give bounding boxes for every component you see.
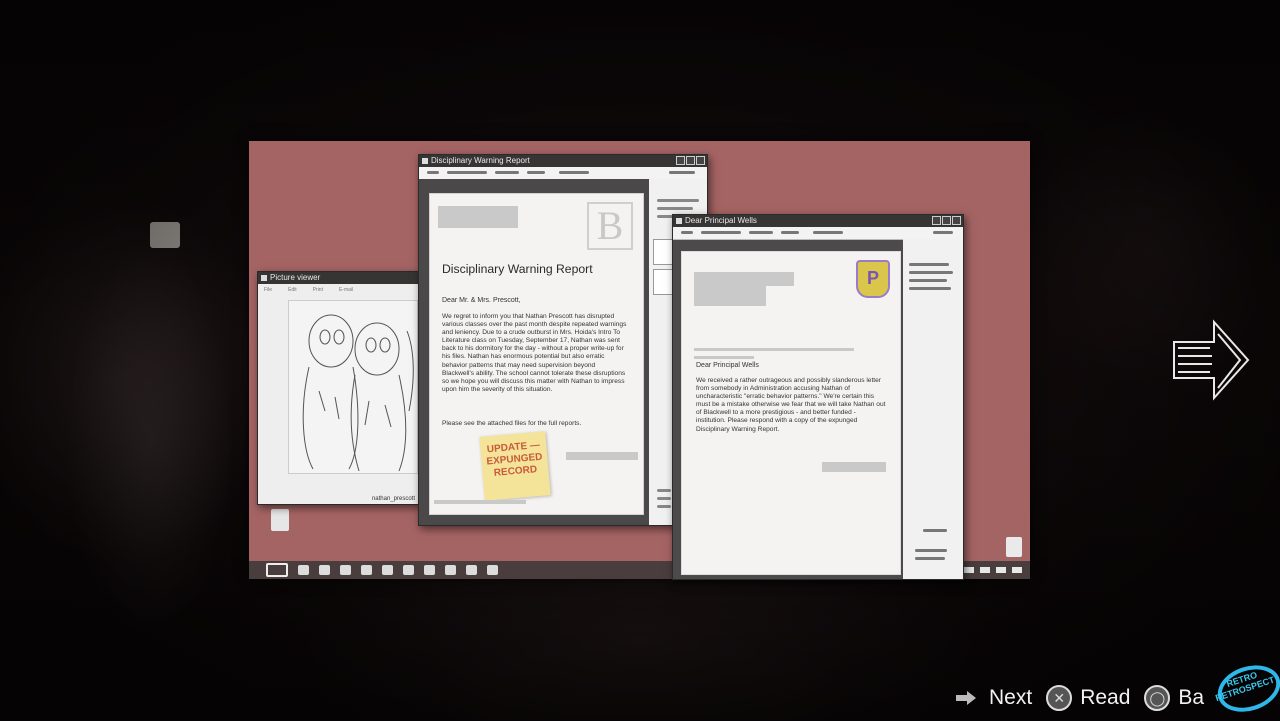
sticky-note: UPDATE — EXPUNGED RECORD — [479, 431, 551, 501]
redacted-line — [694, 356, 754, 359]
trash-icon[interactable] — [1006, 537, 1022, 557]
prescott-crest-icon: P — [856, 260, 890, 298]
window-icon — [422, 158, 428, 164]
maximize-icon[interactable] — [942, 216, 951, 225]
blackwell-crest-icon: B — [587, 202, 633, 250]
maximize-icon[interactable] — [686, 156, 695, 165]
menu-edit[interactable]: Edit — [288, 287, 297, 293]
report-window-title: Disciplinary Warning Report — [431, 156, 530, 165]
hint-next[interactable]: Next — [955, 686, 1032, 710]
tray-icon — [996, 567, 1006, 573]
redacted-block — [694, 286, 766, 306]
tray-icon — [964, 567, 974, 573]
report-titlebar[interactable]: Disciplinary Warning Report — [419, 155, 707, 167]
hint-read[interactable]: ✕ Read — [1046, 685, 1130, 711]
picture-viewer-title: Picture viewer — [270, 273, 321, 282]
document-area: B Disciplinary Warning Report Dear Mr. &… — [419, 179, 649, 525]
minimize-icon[interactable] — [676, 156, 685, 165]
read-label: Read — [1080, 686, 1131, 709]
cross-button-icon: ✕ — [1046, 685, 1073, 711]
desktop-file-icon[interactable] — [271, 509, 289, 531]
picture-viewer-menu: File Edit Print E-mail — [258, 284, 419, 296]
taskbar-app-icon[interactable] — [445, 565, 456, 575]
taskbar-app-icon[interactable] — [340, 565, 351, 575]
close-icon[interactable] — [696, 156, 705, 165]
letter-window[interactable]: Dear Principal Wells P Dear Principal We… — [672, 214, 964, 580]
redacted-block — [694, 272, 794, 286]
taskbar-app-icon[interactable] — [403, 565, 414, 575]
letter-sidebar — [903, 239, 963, 579]
letter-body: We received a rather outrageous and poss… — [696, 377, 886, 433]
redacted-line — [694, 348, 854, 351]
picture-viewer-titlebar[interactable]: Picture viewer — [258, 272, 419, 284]
next-hint-arrow-icon — [956, 691, 976, 705]
window-controls — [676, 156, 705, 165]
menu-print[interactable]: Print — [313, 287, 323, 293]
report-heading: Disciplinary Warning Report — [442, 262, 593, 276]
attachment-thumbnail[interactable] — [653, 239, 673, 265]
taskbar-app-icon[interactable] — [424, 565, 435, 575]
letter-window-title: Dear Principal Wells — [685, 216, 757, 225]
back-label: Ba — [1178, 686, 1205, 709]
redacted-signature — [822, 462, 886, 472]
window-controls — [932, 216, 961, 225]
letter-titlebar[interactable]: Dear Principal Wells — [673, 215, 963, 227]
window-icon — [676, 218, 682, 224]
report-footer: Please see the attached files for the fu… — [442, 420, 582, 427]
redacted-line — [434, 500, 526, 504]
report-paper: B Disciplinary Warning Report Dear Mr. &… — [429, 193, 644, 515]
taskbar-app-icon[interactable] — [466, 565, 477, 575]
system-tray — [964, 567, 1022, 573]
next-label: Next — [989, 686, 1033, 709]
tray-icon — [1012, 567, 1022, 573]
taskbar-app-icon[interactable] — [361, 565, 372, 575]
start-menu-icon[interactable] — [266, 563, 288, 577]
taskbar-app-icon[interactable] — [298, 565, 309, 575]
taskbar-app-icon[interactable] — [319, 565, 330, 575]
picture-viewer-window[interactable]: Picture viewer File Edit Print E-mail na… — [257, 271, 420, 505]
letter-paper: P Dear Principal Wells We received a rat… — [681, 251, 901, 575]
menu-file[interactable]: File — [264, 287, 272, 293]
report-body: We regret to inform you that Nathan Pres… — [442, 313, 627, 393]
redacted-line — [566, 452, 638, 460]
redacted-block — [438, 206, 518, 228]
attachment-thumbnail[interactable] — [653, 269, 673, 295]
window-icon — [261, 275, 267, 281]
sketch-image — [288, 300, 418, 474]
picture-caption: nathan_prescott — [371, 496, 415, 502]
controller-hints: Next ✕ Read ◯ Ba — [955, 684, 1218, 712]
next-arrow-icon[interactable] — [1170, 318, 1252, 407]
minimize-icon[interactable] — [932, 216, 941, 225]
report-window[interactable]: Disciplinary Warning Report B Disciplina… — [418, 154, 708, 526]
tray-icon — [980, 567, 990, 573]
taskbar-app-icon[interactable] — [382, 565, 393, 575]
hint-back[interactable]: ◯ Ba — [1144, 685, 1204, 711]
circle-button-icon: ◯ — [1144, 685, 1171, 711]
taskbar-app-icon[interactable] — [487, 565, 498, 575]
close-icon[interactable] — [952, 216, 961, 225]
report-salutation: Dear Mr. & Mrs. Prescott, — [442, 297, 521, 304]
letter-salutation: Dear Principal Wells — [696, 362, 759, 369]
menu-email[interactable]: E-mail — [339, 287, 353, 293]
